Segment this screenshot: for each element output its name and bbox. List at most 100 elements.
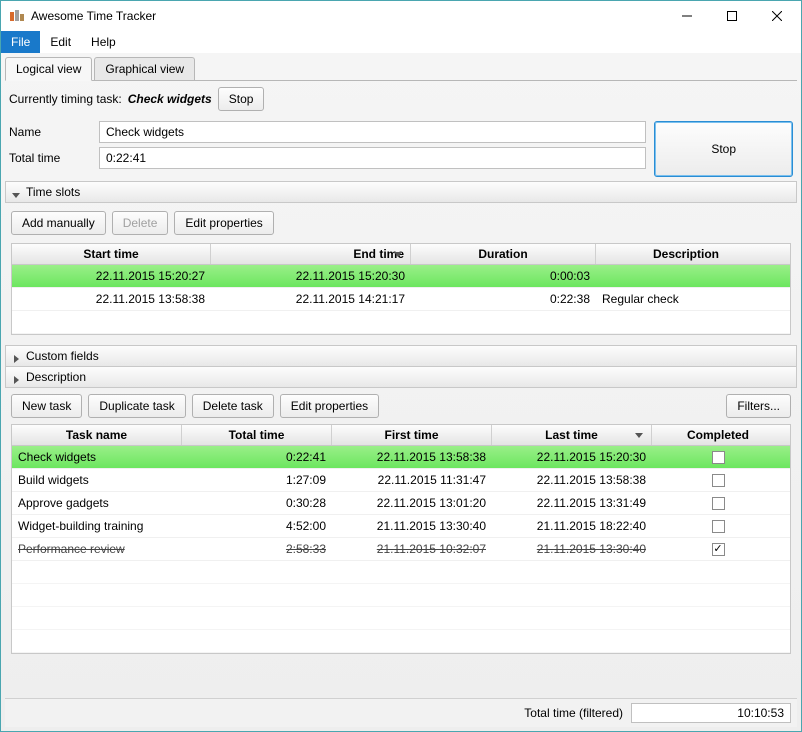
table-cell: 21.11.2015 13:30:40 — [332, 517, 492, 535]
table-cell: 22.11.2015 13:58:38 — [492, 471, 652, 489]
slots-table-header: Start time End time Duration Description — [12, 244, 790, 265]
duplicate-task-button[interactable]: Duplicate task — [88, 394, 185, 418]
col-first-time[interactable]: First time — [332, 425, 492, 445]
tab-graphical-view[interactable]: Graphical view — [94, 57, 195, 80]
expander-time-slots[interactable]: Time slots — [5, 181, 797, 203]
tasks-table-header: Task name Total time First time Last tim… — [12, 425, 790, 446]
table-cell: Widget-building training — [12, 517, 182, 535]
timing-prefix: Currently timing task: — [9, 92, 122, 106]
completed-checkbox[interactable] — [712, 474, 725, 487]
expander-custom-fields-label: Custom fields — [26, 349, 99, 363]
name-input[interactable] — [99, 121, 646, 143]
chevron-right-icon — [12, 373, 20, 381]
table-row — [12, 561, 790, 584]
minimize-button[interactable] — [664, 2, 709, 31]
window-controls — [664, 2, 799, 31]
table-row[interactable]: 22.11.2015 15:20:2722.11.2015 15:20:300:… — [12, 265, 790, 288]
tasks-toolbar: New task Duplicate task Delete task Edit… — [5, 388, 797, 424]
table-row[interactable]: Widget-building training4:52:0021.11.201… — [12, 515, 790, 538]
table-cell: 1:27:09 — [182, 471, 332, 489]
maximize-button[interactable] — [709, 2, 754, 31]
new-task-button[interactable]: New task — [11, 394, 82, 418]
completed-checkbox[interactable] — [712, 543, 725, 556]
table-row[interactable]: Check widgets0:22:4122.11.2015 13:58:382… — [12, 446, 790, 469]
stop-button-large[interactable]: Stop — [654, 121, 793, 177]
table-row — [12, 311, 790, 334]
expander-description[interactable]: Description — [5, 367, 797, 388]
completed-cell — [652, 472, 784, 489]
col-task-name[interactable]: Task name — [12, 425, 182, 445]
slots-toolbar: Add manually Delete Edit properties — [5, 203, 797, 243]
table-cell: 22.11.2015 13:31:49 — [492, 494, 652, 512]
table-cell: 0:22:41 — [182, 448, 332, 466]
table-cell: Performance review — [12, 540, 182, 558]
statusbar: Total time (filtered) 10:10:53 — [5, 698, 797, 727]
slots-table: Start time End time Duration Description… — [11, 243, 791, 335]
expander-time-slots-label: Time slots — [26, 185, 80, 199]
table-cell: 0:30:28 — [182, 494, 332, 512]
completed-cell — [652, 541, 784, 558]
table-row — [12, 584, 790, 607]
completed-cell — [652, 495, 784, 512]
col-last-time-label: Last time — [545, 428, 598, 442]
sort-desc-icon — [394, 247, 402, 261]
table-cell: Build widgets — [12, 471, 182, 489]
edit-slot-properties-button[interactable]: Edit properties — [174, 211, 273, 235]
sort-desc-icon — [635, 428, 643, 442]
table-row[interactable]: 22.11.2015 13:58:3822.11.2015 14:21:170:… — [12, 288, 790, 311]
table-cell — [596, 274, 776, 278]
completed-checkbox[interactable] — [712, 520, 725, 533]
close-button[interactable] — [754, 2, 799, 31]
completed-cell — [652, 518, 784, 535]
expander-description-label: Description — [26, 370, 86, 384]
col-start-time[interactable]: Start time — [12, 244, 211, 264]
table-cell: 22.11.2015 15:20:30 — [492, 448, 652, 466]
content-area: Logical view Graphical view Currently ti… — [1, 53, 801, 731]
table-cell: 21.11.2015 10:32:07 — [332, 540, 492, 558]
completed-checkbox[interactable] — [712, 451, 725, 464]
col-end-time[interactable]: End time — [211, 244, 411, 264]
table-cell: 22.11.2015 15:20:27 — [12, 267, 211, 285]
table-row[interactable]: Performance review2:58:3321.11.2015 10:3… — [12, 538, 790, 561]
stop-button-small[interactable]: Stop — [218, 87, 265, 111]
expander-custom-fields[interactable]: Custom fields — [5, 345, 797, 367]
chevron-down-icon — [12, 188, 20, 196]
table-row — [12, 607, 790, 630]
total-time-label: Total time — [9, 151, 99, 165]
table-cell: 22.11.2015 11:31:47 — [332, 471, 492, 489]
menu-help[interactable]: Help — [81, 31, 126, 53]
completed-checkbox[interactable] — [712, 497, 725, 510]
table-cell: Approve gadgets — [12, 494, 182, 512]
table-cell: 21.11.2015 18:22:40 — [492, 517, 652, 535]
table-cell: Check widgets — [12, 448, 182, 466]
completed-cell — [652, 449, 784, 466]
delete-task-button[interactable]: Delete task — [192, 394, 274, 418]
status-total-value: 10:10:53 — [631, 703, 791, 723]
window-title: Awesome Time Tracker — [31, 9, 664, 23]
timing-status: Currently timing task: Check widgets Sto… — [5, 81, 797, 117]
titlebar: Awesome Time Tracker — [1, 1, 801, 31]
table-cell: 22.11.2015 14:21:17 — [211, 290, 411, 308]
add-manually-button[interactable]: Add manually — [11, 211, 106, 235]
menu-file[interactable]: File — [1, 31, 40, 53]
total-time-input[interactable] — [99, 147, 646, 169]
tab-logical-view[interactable]: Logical view — [5, 57, 92, 81]
status-label: Total time (filtered) — [524, 706, 623, 720]
table-cell: 0:00:03 — [411, 267, 596, 285]
tasks-table: Task name Total time First time Last tim… — [11, 424, 791, 654]
table-row[interactable]: Build widgets1:27:0922.11.2015 11:31:472… — [12, 469, 790, 492]
menubar: File Edit Help — [1, 31, 801, 53]
table-cell: 4:52:00 — [182, 517, 332, 535]
col-description[interactable]: Description — [596, 244, 776, 264]
delete-slot-button[interactable]: Delete — [112, 211, 169, 235]
menu-edit[interactable]: Edit — [40, 31, 81, 53]
table-row[interactable]: Approve gadgets0:30:2822.11.2015 13:01:2… — [12, 492, 790, 515]
edit-task-properties-button[interactable]: Edit properties — [280, 394, 379, 418]
col-total-time[interactable]: Total time — [182, 425, 332, 445]
name-label: Name — [9, 125, 99, 139]
col-last-time[interactable]: Last time — [492, 425, 652, 445]
col-completed[interactable]: Completed — [652, 425, 784, 445]
filters-button[interactable]: Filters... — [726, 394, 791, 418]
col-duration[interactable]: Duration — [411, 244, 596, 264]
table-cell: 21.11.2015 13:30:40 — [492, 540, 652, 558]
